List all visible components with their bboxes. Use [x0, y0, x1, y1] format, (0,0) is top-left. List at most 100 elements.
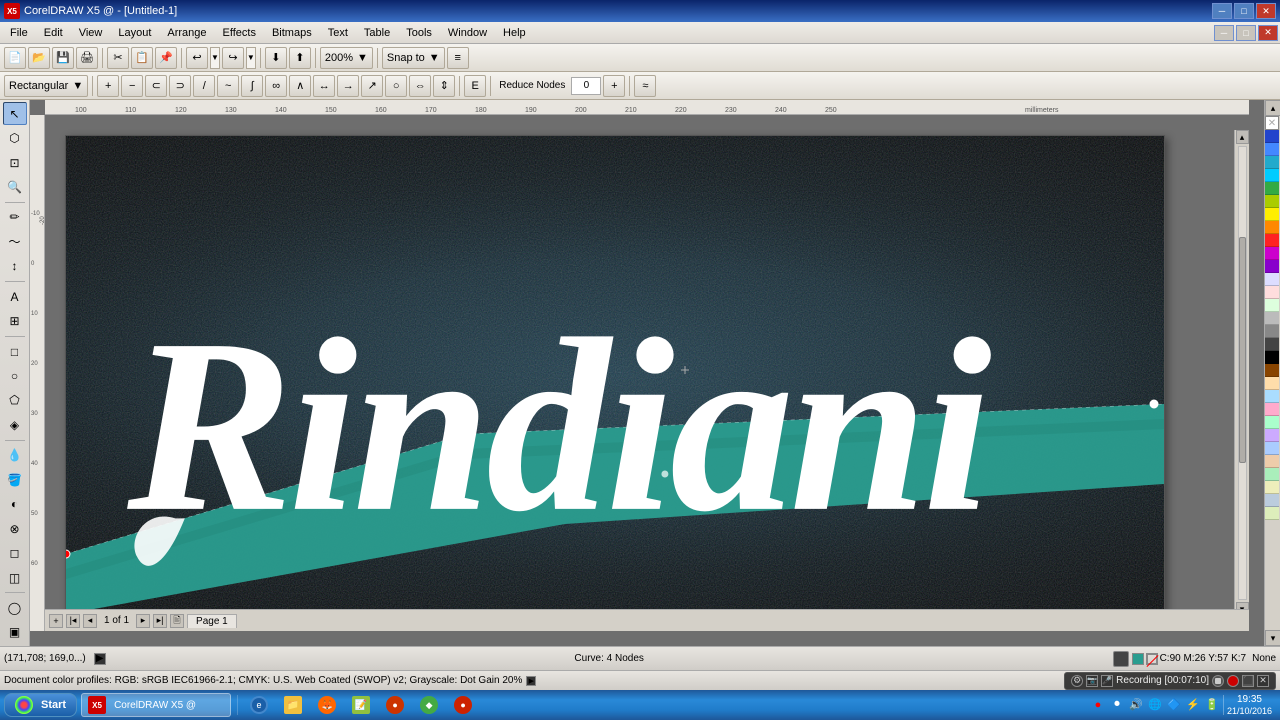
freehand-tool[interactable]: ✏: [3, 206, 27, 229]
vertical-scrollbar[interactable]: ▴ ▾: [1234, 130, 1249, 616]
canvas-area[interactable]: 100 110 120 130 140 150 160 170 180 190 …: [30, 100, 1264, 646]
swatch-steel[interactable]: [1265, 494, 1279, 507]
inner-maximize[interactable]: □: [1236, 25, 1256, 41]
extend-curve[interactable]: →: [337, 75, 359, 97]
swatch-lime[interactable]: [1265, 195, 1279, 208]
select-tool[interactable]: ↖: [3, 102, 27, 125]
redo-dropdown[interactable]: ▼: [246, 47, 256, 69]
zoom-dropdown[interactable]: 200% ▼: [320, 47, 373, 69]
swatch-sky[interactable]: [1265, 442, 1279, 455]
crop-tool[interactable]: ⊡: [3, 151, 27, 174]
swatch-red[interactable]: [1265, 234, 1279, 247]
rec-screen-btn[interactable]: ⬛: [1242, 675, 1254, 687]
polygon-tool[interactable]: ⬠: [3, 389, 27, 412]
shadow-tool[interactable]: ◻: [3, 541, 27, 564]
smart-draw-tool[interactable]: 〜: [3, 230, 27, 253]
color-tool[interactable]: ▣: [3, 621, 27, 644]
paste-button[interactable]: 📌: [155, 47, 177, 69]
cusp-node[interactable]: ∧: [289, 75, 311, 97]
menu-view[interactable]: View: [71, 23, 111, 43]
inner-close[interactable]: ✕: [1258, 25, 1278, 41]
copy-button[interactable]: 📋: [131, 47, 153, 69]
swatch-white[interactable]: ✕: [1265, 116, 1279, 130]
menu-text[interactable]: Text: [320, 23, 356, 43]
close-button[interactable]: ✕: [1256, 3, 1276, 19]
reverse-dir[interactable]: ↔: [313, 75, 335, 97]
ie-btn[interactable]: e: [244, 693, 274, 717]
swatch-cyan[interactable]: [1265, 169, 1279, 182]
import-button[interactable]: ⬇: [265, 47, 287, 69]
outline-swatch[interactable]: [1146, 653, 1158, 665]
node-tool[interactable]: ⬡: [3, 126, 27, 149]
menu-help[interactable]: Help: [495, 23, 534, 43]
swatch-green[interactable]: [1265, 182, 1279, 195]
minimize-button[interactable]: ─: [1212, 3, 1232, 19]
tray-icon-4[interactable]: ⚡: [1185, 697, 1201, 713]
open-button[interactable]: 📂: [28, 47, 50, 69]
line-node[interactable]: /: [193, 75, 215, 97]
swatch-gray-light[interactable]: [1265, 312, 1279, 325]
menu-bitmaps[interactable]: Bitmaps: [264, 23, 320, 43]
rec-close-btn[interactable]: ✕: [1257, 675, 1269, 687]
clock[interactable]: 19:35 21/10/2016: [1227, 694, 1272, 717]
start-button[interactable]: Start: [4, 693, 77, 717]
explorer-btn[interactable]: 📁: [278, 693, 308, 717]
smart-fill-tool[interactable]: ◐: [3, 492, 27, 515]
page-print-btn[interactable]: 🖹: [170, 614, 184, 628]
red-app-btn[interactable]: ●: [448, 693, 478, 717]
menu-layout[interactable]: Layout: [110, 23, 159, 43]
tray-icon-3[interactable]: 🌐: [1147, 697, 1163, 713]
swatch-black[interactable]: [1265, 351, 1279, 364]
bluetooth-icon[interactable]: 🔷: [1166, 697, 1182, 713]
elastic-mode[interactable]: E: [464, 75, 486, 97]
swatch-orange[interactable]: [1265, 221, 1279, 234]
swatch-tan[interactable]: [1265, 455, 1279, 468]
snap-dropdown[interactable]: Snap to ▼: [382, 47, 445, 69]
swatch-sage[interactable]: [1265, 507, 1279, 520]
stretch-reflect-h[interactable]: ⇔: [409, 75, 431, 97]
zoom-tool[interactable]: 🔍: [3, 175, 27, 198]
text-tool[interactable]: A: [3, 285, 27, 308]
green-app-btn[interactable]: ◆: [414, 693, 444, 717]
close-curve[interactable]: ○: [385, 75, 407, 97]
new-button[interactable]: 📄: [4, 47, 26, 69]
inner-minimize[interactable]: ─: [1214, 25, 1234, 41]
profile-expand-btn[interactable]: ▶: [526, 676, 536, 686]
maximize-button[interactable]: □: [1234, 3, 1254, 19]
menu-arrange[interactable]: Arrange: [159, 23, 214, 43]
tray-rec-icon[interactable]: ●: [1090, 697, 1106, 713]
swatch-brown[interactable]: [1265, 364, 1279, 377]
page-first-btn[interactable]: |◂: [66, 614, 80, 628]
menu-table[interactable]: Table: [356, 23, 398, 43]
export-button[interactable]: ⬆: [289, 47, 311, 69]
menu-edit[interactable]: Edit: [36, 23, 71, 43]
tray-icon-1[interactable]: ⏺: [1109, 697, 1125, 713]
rec-stop-btn[interactable]: [1227, 675, 1239, 687]
join-nodes[interactable]: ⊂: [145, 75, 167, 97]
swatch-lilac[interactable]: [1265, 429, 1279, 442]
transparency-tool[interactable]: ◫: [3, 566, 27, 589]
page-next-btn[interactable]: ▸: [136, 614, 150, 628]
notepad-btn[interactable]: 📝: [346, 693, 376, 717]
swatch-lavender[interactable]: [1265, 273, 1279, 286]
menu-window[interactable]: Window: [440, 23, 495, 43]
swatch-magenta[interactable]: [1265, 247, 1279, 260]
rec-pause-btn[interactable]: [1212, 675, 1224, 687]
print-button[interactable]: 🖨: [76, 47, 98, 69]
page-insert-btn[interactable]: +: [49, 614, 63, 628]
save-button[interactable]: 💾: [52, 47, 74, 69]
del-node[interactable]: −: [121, 75, 143, 97]
outline-tool[interactable]: ◯: [3, 596, 27, 619]
swatch-blue-dark[interactable]: [1265, 130, 1279, 143]
swatch-yellow[interactable]: [1265, 208, 1279, 221]
vscroll-up[interactable]: ▴: [1236, 130, 1249, 144]
reduce-nodes-btn[interactable]: +: [603, 75, 625, 97]
stretch-reflect-v[interactable]: ⇕: [433, 75, 455, 97]
page-prev-btn[interactable]: ◂: [83, 614, 97, 628]
shape-selector[interactable]: Rectangular ▼: [4, 75, 88, 97]
menu-tools[interactable]: Tools: [398, 23, 440, 43]
undo-dropdown[interactable]: ▼: [210, 47, 220, 69]
snap-options[interactable]: ≡: [447, 47, 469, 69]
ellipse-tool[interactable]: ○: [3, 364, 27, 387]
break-node[interactable]: ⊃: [169, 75, 191, 97]
